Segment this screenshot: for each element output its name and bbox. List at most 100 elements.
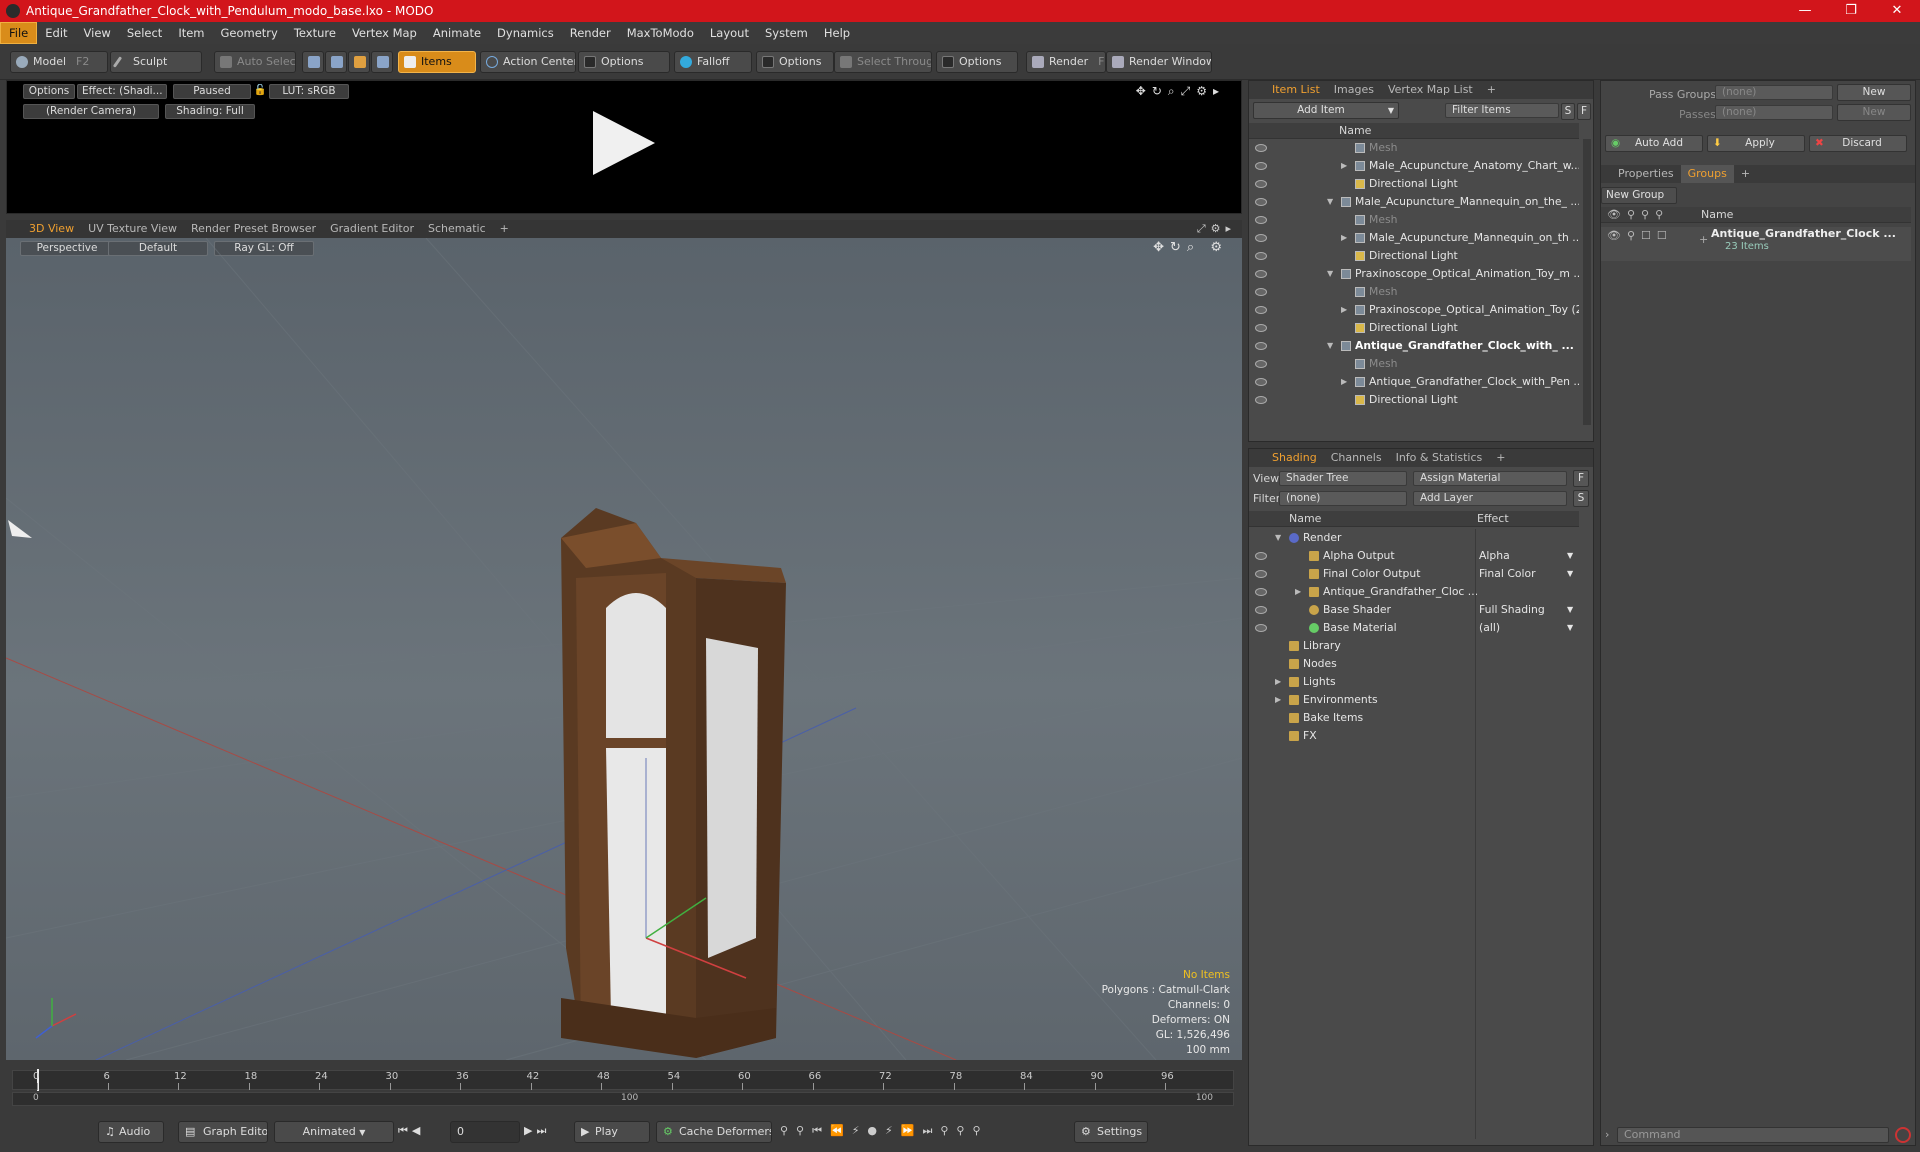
shader-row[interactable]: Nodes [1249, 655, 1579, 673]
expand-arrow-icon[interactable]: ▶ [1341, 229, 1347, 247]
apply-button[interactable]: ⬇ Apply [1707, 135, 1805, 152]
item-row[interactable]: ▼ Male_Acupuncture_Mannequin_on_the_ ... [1249, 193, 1579, 211]
options-button-3[interactable]: Options [936, 51, 1018, 73]
collapse-arrow-icon[interactable]: ▼ [1327, 337, 1333, 355]
add-tab-button[interactable]: + [493, 220, 516, 238]
visibility-eye-icon[interactable] [1255, 252, 1267, 260]
visibility-eye-icon[interactable] [1255, 360, 1267, 368]
item-row[interactable]: Mesh [1249, 355, 1579, 373]
select-edges-button[interactable] [325, 51, 347, 73]
shader-row[interactable]: ▼ Render [1249, 529, 1579, 547]
render-button[interactable]: Render F9 [1026, 51, 1106, 73]
s-button[interactable]: S [1573, 490, 1589, 507]
shader-row[interactable]: Final Color Output Final Color ▼ [1249, 565, 1579, 583]
maximize-icon[interactable]: ❐ [1828, 0, 1874, 22]
item-row[interactable]: Directional Light [1249, 319, 1579, 337]
add-tab-button[interactable]: + [1734, 165, 1757, 183]
shader-effect-dropdown[interactable]: Full Shading [1479, 601, 1545, 619]
shader-row[interactable]: Base Shader Full Shading ▼ [1249, 601, 1579, 619]
tab-channels[interactable]: Channels [1324, 449, 1389, 467]
shader-row[interactable]: Bake Items [1249, 709, 1579, 727]
new-group-button[interactable]: New Group [1601, 187, 1677, 204]
visibility-eye-icon[interactable] [1255, 234, 1267, 242]
key-tool-icons[interactable]: ⚲⚲⏮⏪⚡●⚡⏩⏭⚲⚲⚲ [780, 1121, 1070, 1143]
tab-item-list[interactable]: Item List [1265, 81, 1327, 99]
shader-row[interactable]: ▶ Antique_Grandfather_Cloc ... [1249, 583, 1579, 601]
f-button[interactable]: F [1577, 103, 1591, 120]
menu-layout[interactable]: Layout [702, 23, 757, 43]
shader-row[interactable]: ▶ Lights [1249, 673, 1579, 691]
options-button-2[interactable]: Options [756, 51, 834, 73]
chevron-down-icon[interactable]: ▼ [1567, 619, 1573, 637]
item-row[interactable]: Mesh [1249, 211, 1579, 229]
menu-view[interactable]: View [76, 23, 119, 43]
menu-animate[interactable]: Animate [425, 23, 489, 43]
preview-nav-icons[interactable]: ✥↻⌕⤢⚙▸ [1136, 84, 1225, 99]
transport-next-icons[interactable]: ▶⏭ [524, 1121, 564, 1143]
expand-arrow-icon[interactable]: ▶ [1341, 301, 1347, 319]
visibility-eye-icon[interactable] [1255, 342, 1267, 350]
shader-row[interactable]: Library [1249, 637, 1579, 655]
tab-schematic[interactable]: Schematic [421, 220, 493, 238]
assign-material-dropdown[interactable]: Assign Material [1413, 471, 1567, 486]
add-tab-button[interactable]: + [1480, 81, 1503, 99]
visibility-eye-icon[interactable] [1255, 324, 1267, 332]
close-icon[interactable]: ✕ [1874, 0, 1920, 22]
collapse-arrow-icon[interactable]: ▼ [1275, 529, 1281, 547]
add-layer-dropdown[interactable]: Add Layer [1413, 491, 1567, 506]
tab-render-preset-browser[interactable]: Render Preset Browser [184, 220, 323, 238]
menu-edit[interactable]: Edit [37, 23, 75, 43]
visibility-eye-icon[interactable] [1255, 396, 1267, 404]
auto-add-button[interactable]: ◉ Auto Add [1605, 135, 1703, 152]
visibility-eye-icon[interactable] [1255, 624, 1267, 632]
visibility-eye-icon[interactable] [1255, 552, 1267, 560]
visibility-eye-icon[interactable] [1255, 180, 1267, 188]
render-window-button[interactable]: Render Window [1106, 51, 1212, 73]
preview-options-button[interactable]: Options [23, 84, 75, 99]
menu-select[interactable]: Select [119, 23, 170, 43]
item-row[interactable]: ▶ Praxinoscope_Optical_Animation_Toy (2) [1249, 301, 1579, 319]
passes-dropdown[interactable]: (none) [1715, 105, 1833, 120]
menu-geometry[interactable]: Geometry [213, 23, 286, 43]
item-row[interactable]: Directional Light [1249, 175, 1579, 193]
timeline-ruler[interactable]: 0 6 12 18 24 30 36 42 48 54 60 66 72 78 84 90 96 [12, 1069, 1234, 1091]
add-item-dropdown[interactable]: Add Item ▼ [1253, 102, 1399, 119]
menu-item[interactable]: Item [170, 23, 212, 43]
collapse-arrow-icon[interactable]: ▼ [1327, 193, 1333, 211]
visibility-eye-icon[interactable] [1255, 270, 1267, 278]
shader-effect-dropdown[interactable]: Final Color [1479, 565, 1536, 583]
select-materials-button[interactable] [371, 51, 393, 73]
menu-help[interactable]: Help [816, 23, 858, 43]
group-row[interactable]: 👁⚲☐☐ + Antique_Grandfather_Clock ... 23 … [1601, 227, 1911, 261]
shader-row[interactable]: FX [1249, 727, 1579, 745]
new-pass-button[interactable]: New [1837, 104, 1911, 121]
tab-shading[interactable]: Shading [1265, 449, 1324, 467]
tab-vertex-map-list[interactable]: Vertex Map List [1381, 81, 1480, 99]
menu-render[interactable]: Render [562, 23, 619, 43]
visibility-eye-icon[interactable] [1255, 378, 1267, 386]
falloff-button[interactable]: Falloff [674, 51, 752, 73]
shader-effect-dropdown[interactable]: Alpha [1479, 547, 1510, 565]
tab-info-statistics[interactable]: Info & Statistics [1389, 449, 1490, 467]
play-button[interactable]: ▶ Play [574, 1121, 650, 1143]
model-button[interactable]: Model F2 [10, 51, 108, 73]
transport-prev-icons[interactable]: ⏮◀ [398, 1121, 448, 1143]
menu-file[interactable]: File [0, 22, 38, 44]
audio-button[interactable]: ♫ Audio [98, 1121, 164, 1143]
graph-editor-button[interactable]: ▤ Graph Editor [178, 1121, 268, 1143]
viewport-panel-icons[interactable]: ⤢⚙▸ [1197, 222, 1236, 236]
select-vertices-button[interactable] [302, 51, 324, 73]
item-row[interactable]: ▶ Male_Acupuncture_Mannequin_on_th ... [1249, 229, 1579, 247]
lock-icon[interactable]: 🔓 [253, 84, 267, 99]
visibility-eye-icon[interactable] [1255, 306, 1267, 314]
item-row[interactable]: Directional Light [1249, 391, 1579, 409]
item-row[interactable]: Directional Light [1249, 247, 1579, 265]
item-row[interactable]: ▶ Antique_Grandfather_Clock_with_Pen ... [1249, 373, 1579, 391]
tab-uv-texture-view[interactable]: UV Texture View [81, 220, 184, 238]
range-bar[interactable]: 0 100 100 [12, 1092, 1234, 1106]
expand-arrow-icon[interactable]: ▶ [1341, 373, 1347, 391]
item-row[interactable]: ▶ Male_Acupuncture_Anatomy_Chart_w... [1249, 157, 1579, 175]
visibility-eye-icon[interactable] [1255, 288, 1267, 296]
menu-maxtomodo[interactable]: MaxToModo [619, 23, 702, 43]
discard-button[interactable]: ✖ Discard [1809, 135, 1907, 152]
